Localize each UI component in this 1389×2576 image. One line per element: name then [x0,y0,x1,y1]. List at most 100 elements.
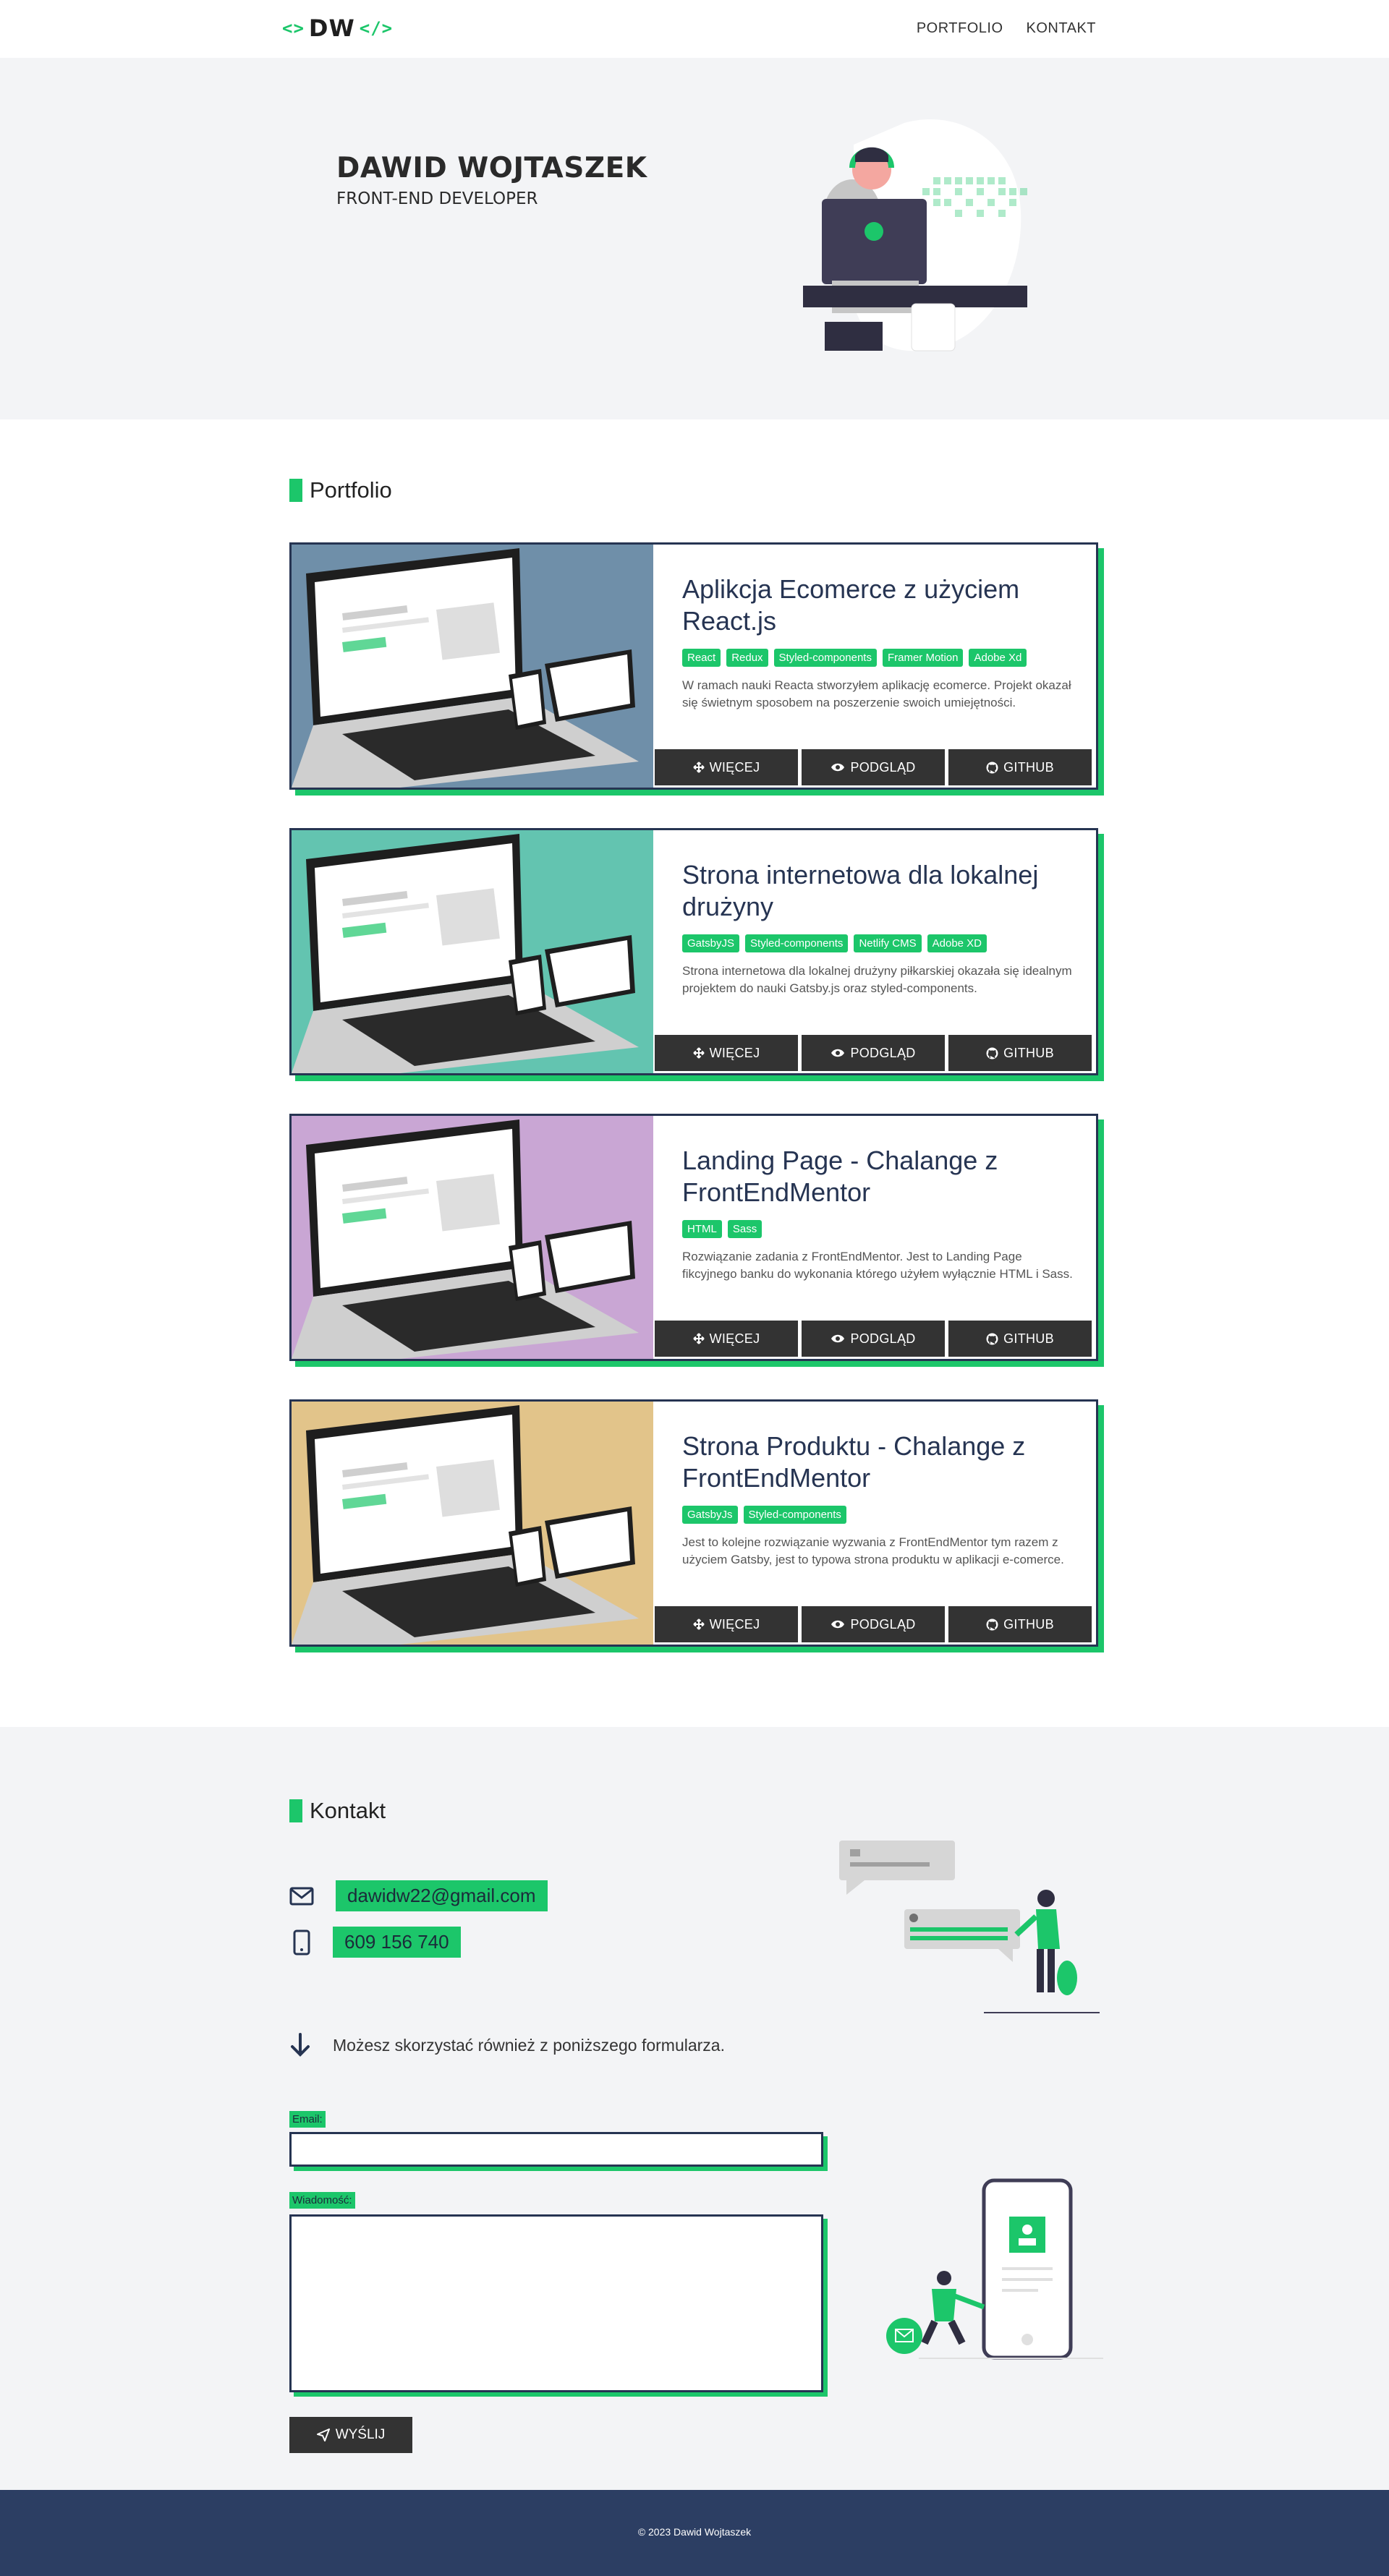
button-label: GITHUB [1003,1045,1054,1060]
tech-tag: Netlify CMS [854,934,922,952]
button-label: GITHUB [1003,1331,1054,1346]
form-hint-text: Możesz skorzystać również z poniższego f… [333,2035,725,2055]
project-content: Aplikcja Ecomerce z użyciem React.js Rea… [682,573,1073,712]
project-description: Strona internetowa dla lokalnej drużyny … [682,964,1072,995]
project-card: Aplikcja Ecomerce z użyciem React.js Rea… [289,542,1098,790]
top-navigation-bar: <> DW </> PORTFOLIO KONTAKT [0,0,1389,58]
more-button[interactable]: WIĘCEJ [655,1606,798,1642]
project-buttons: WIĘCEJ PODGLĄD GITHUB [655,1035,1092,1071]
tech-tag: React [682,649,721,667]
project-screenshot[interactable] [292,1402,653,1645]
tech-tag: Adobe XD [927,934,987,952]
github-icon [986,1047,998,1059]
github-button[interactable]: GITHUB [948,1035,1092,1071]
tech-tag: GatsbyJs [682,1506,738,1524]
project-buttons: WIĘCEJ PODGLĄD GITHUB [655,749,1092,785]
project-screenshot[interactable] [292,545,653,788]
eye-icon [831,1334,845,1343]
email-value[interactable]: dawidw22@gmail.com [336,1880,548,1911]
title-accent-bar [289,479,302,502]
github-button[interactable]: GITHUB [948,749,1092,785]
portfolio-title-text: Portfolio [310,477,392,503]
tech-tag: GatsbyJS [682,934,740,952]
project-title: Strona Produktu - Chalange z FrontEndMen… [682,1431,1026,1493]
move-icon [692,1047,705,1059]
footer: © 2023 Dawid Wojtaszek [0,2490,1389,2576]
tech-tag: Styled-components [773,649,877,667]
tech-tag: Framer Motion [882,649,964,667]
form-hint: Możesz skorzystać również z poniższego f… [289,2032,725,2058]
nav-portfolio-link[interactable]: PORTFOLIO [917,20,1003,37]
logo-text: DW [308,14,355,42]
more-button[interactable]: WIĘCEJ [655,1321,798,1357]
logo-right-bracket: </> [359,18,394,38]
main-nav: PORTFOLIO KONTAKT [917,20,1096,37]
tech-tags: GatsbyJs Styled-components [682,1506,1073,1524]
button-label: WIĘCEJ [709,1331,760,1346]
developer-illustration [803,119,1027,351]
tech-tag: Adobe Xd [969,649,1027,667]
project-screenshot[interactable] [292,1116,653,1359]
github-icon [986,1333,998,1344]
github-button[interactable]: GITHUB [948,1606,1092,1642]
hero-name: DAWID WOJTASZEK [336,152,647,184]
project-content: Strona internetowa dla lokalnej drużyny … [682,859,1073,997]
button-label: GITHUB [1003,759,1054,775]
project-title: Landing Page - Chalange z FrontEndMentor [682,1146,998,1207]
project-content: Landing Page - Chalange z FrontEndMentor… [682,1145,1073,1283]
project-buttons: WIĘCEJ PODGLĄD GITHUB [655,1606,1092,1642]
message-label: Wiadomość: [289,2192,355,2209]
project-card: Landing Page - Chalange z FrontEndMentor… [289,1114,1098,1361]
email-field[interactable] [289,2132,823,2167]
contact-title-text: Kontakt [310,1798,386,1823]
more-button[interactable]: WIĘCEJ [655,1035,798,1071]
eye-icon [831,1049,845,1057]
tech-tags: React Redux Styled-components Framer Motion… [682,649,1073,667]
github-button[interactable]: GITHUB [948,1321,1092,1357]
chat-illustration [839,1841,1100,2013]
logo-left-bracket: <> [282,18,305,38]
paper-plane-icon [316,2428,330,2441]
project-description: Rozwiązanie zadania z FrontEndMentor. Je… [682,1250,1073,1281]
tech-tag: Sass [727,1220,763,1238]
button-label: PODGLĄD [850,1331,916,1346]
project-content: Strona Produktu - Chalange z FrontEndMen… [682,1430,1073,1569]
github-icon [986,1618,998,1630]
preview-button[interactable]: PODGLĄD [802,1606,945,1642]
button-label: PODGLĄD [850,759,916,775]
preview-button[interactable]: PODGLĄD [802,749,945,785]
tech-tag: HTML [682,1220,722,1238]
send-button[interactable]: WYŚLIJ [289,2417,412,2453]
hero-section [0,58,1389,419]
footer-copyright: © 2023 Dawid Wojtaszek [637,2526,752,2538]
tech-tag: Redux [726,649,768,667]
project-buttons: WIĘCEJ PODGLĄD GITHUB [655,1321,1092,1357]
nav-kontakt-link[interactable]: KONTAKT [1027,20,1096,37]
laptop-mockup-image [292,834,639,1073]
project-card: Strona internetowa dla lokalnej drużyny … [289,828,1098,1075]
button-label: PODGLĄD [850,1045,916,1060]
button-label: WIĘCEJ [709,759,760,775]
tech-tag: Styled-components [743,1506,846,1524]
project-screenshot[interactable] [292,830,653,1073]
logo[interactable]: <> DW </> [282,14,393,42]
send-button-label: WYŚLIJ [335,2427,386,2442]
preview-button[interactable]: PODGLĄD [802,1321,945,1357]
phone-mail-illustration [886,2178,1103,2360]
button-label: WIĘCEJ [709,1616,760,1632]
message-field[interactable] [289,2214,823,2392]
email-label: Email: [289,2111,326,2128]
eye-icon [831,1620,845,1629]
preview-button[interactable]: PODGLĄD [802,1035,945,1071]
move-icon [692,762,705,773]
envelope-icon [289,1887,314,1905]
phone-value[interactable]: 609 156 740 [333,1927,461,1958]
button-label: PODGLĄD [850,1616,916,1632]
title-accent-bar [289,1799,302,1822]
move-icon [692,1333,705,1344]
more-button[interactable]: WIĘCEJ [655,749,798,785]
laptop-mockup-image [292,1119,639,1359]
button-label: GITHUB [1003,1616,1054,1632]
project-card: Strona Produktu - Chalange z FrontEndMen… [289,1399,1098,1647]
contact-section-title: Kontakt [289,1798,386,1824]
